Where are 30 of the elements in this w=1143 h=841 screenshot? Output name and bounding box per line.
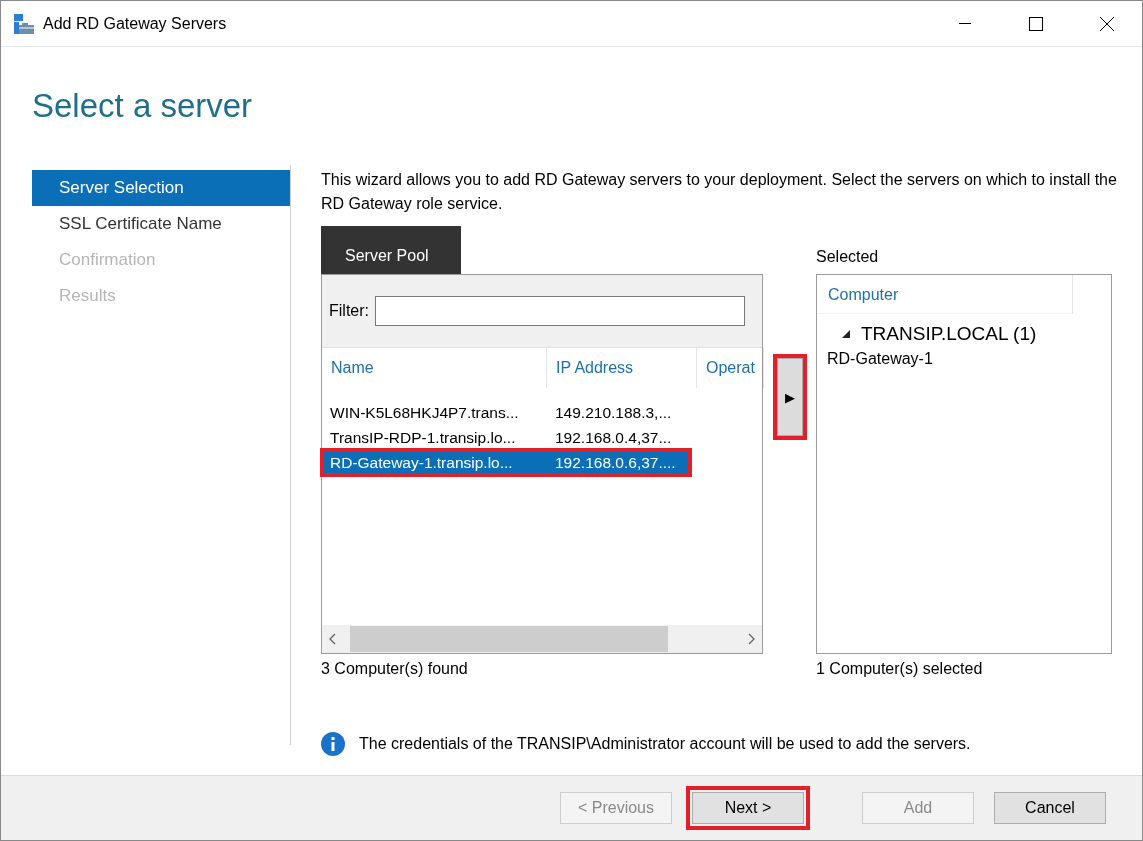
expanded-triangle-icon[interactable] <box>841 329 851 339</box>
computer-item[interactable]: RD-Gateway-1 <box>817 350 1111 368</box>
selected-count-text: 1 Computer(s) selected <box>816 660 984 678</box>
server-pool-tab[interactable]: Server Pool <box>321 226 461 274</box>
description-text: This wizard allows you to add RD Gateway servers to your deployment. Select the servers on which to install the RD Gateway role service. <box>321 170 1118 214</box>
server-row[interactable]: RD-Gateway-1.transip.lo... 192.168.0.6,37.... <box>322 450 690 475</box>
filter-field[interactable] <box>375 296 745 326</box>
close-icon[interactable] <box>1099 16 1114 31</box>
wizard-button[interactable]: Cancel <box>994 792 1106 824</box>
column-header[interactable]: Computer <box>817 275 1073 314</box>
column-header[interactable]: Operat <box>697 348 764 388</box>
wizard-button[interactable]: Next > <box>692 792 804 824</box>
selected-label: Selected <box>816 247 880 267</box>
window-title: Add RD Gateway Servers <box>43 14 228 33</box>
server-toolbox-icon <box>13 12 35 35</box>
column-header[interactable]: Name <box>322 348 547 388</box>
info-icon <box>321 732 345 756</box>
found-count-text: 3 Computer(s) found <box>321 660 469 678</box>
minimize-icon[interactable] <box>958 22 971 25</box>
wizard-step[interactable]: Server Selection <box>32 170 290 206</box>
column-header[interactable]: IP Address <box>547 348 697 388</box>
group-label: TRANSIP.LOCAL (1) <box>861 323 1037 345</box>
server-row[interactable]: WIN-K5L68HKJ4P7.trans... 149.210.188.3,... <box>322 400 762 425</box>
filter-label: Filter: <box>329 302 369 320</box>
scrollbar-thumb[interactable] <box>350 626 668 652</box>
page-title: Select a server <box>32 87 254 126</box>
maximize-icon[interactable] <box>1028 16 1043 31</box>
info-text: The credentials of the TRANSIP\Administrator account will be used to add the servers. <box>359 735 971 753</box>
server-row[interactable]: TransIP-RDP-1.transip.lo... 192.168.0.4,37... <box>322 425 762 450</box>
wizard-step[interactable]: SSL Certificate Name <box>32 206 290 242</box>
